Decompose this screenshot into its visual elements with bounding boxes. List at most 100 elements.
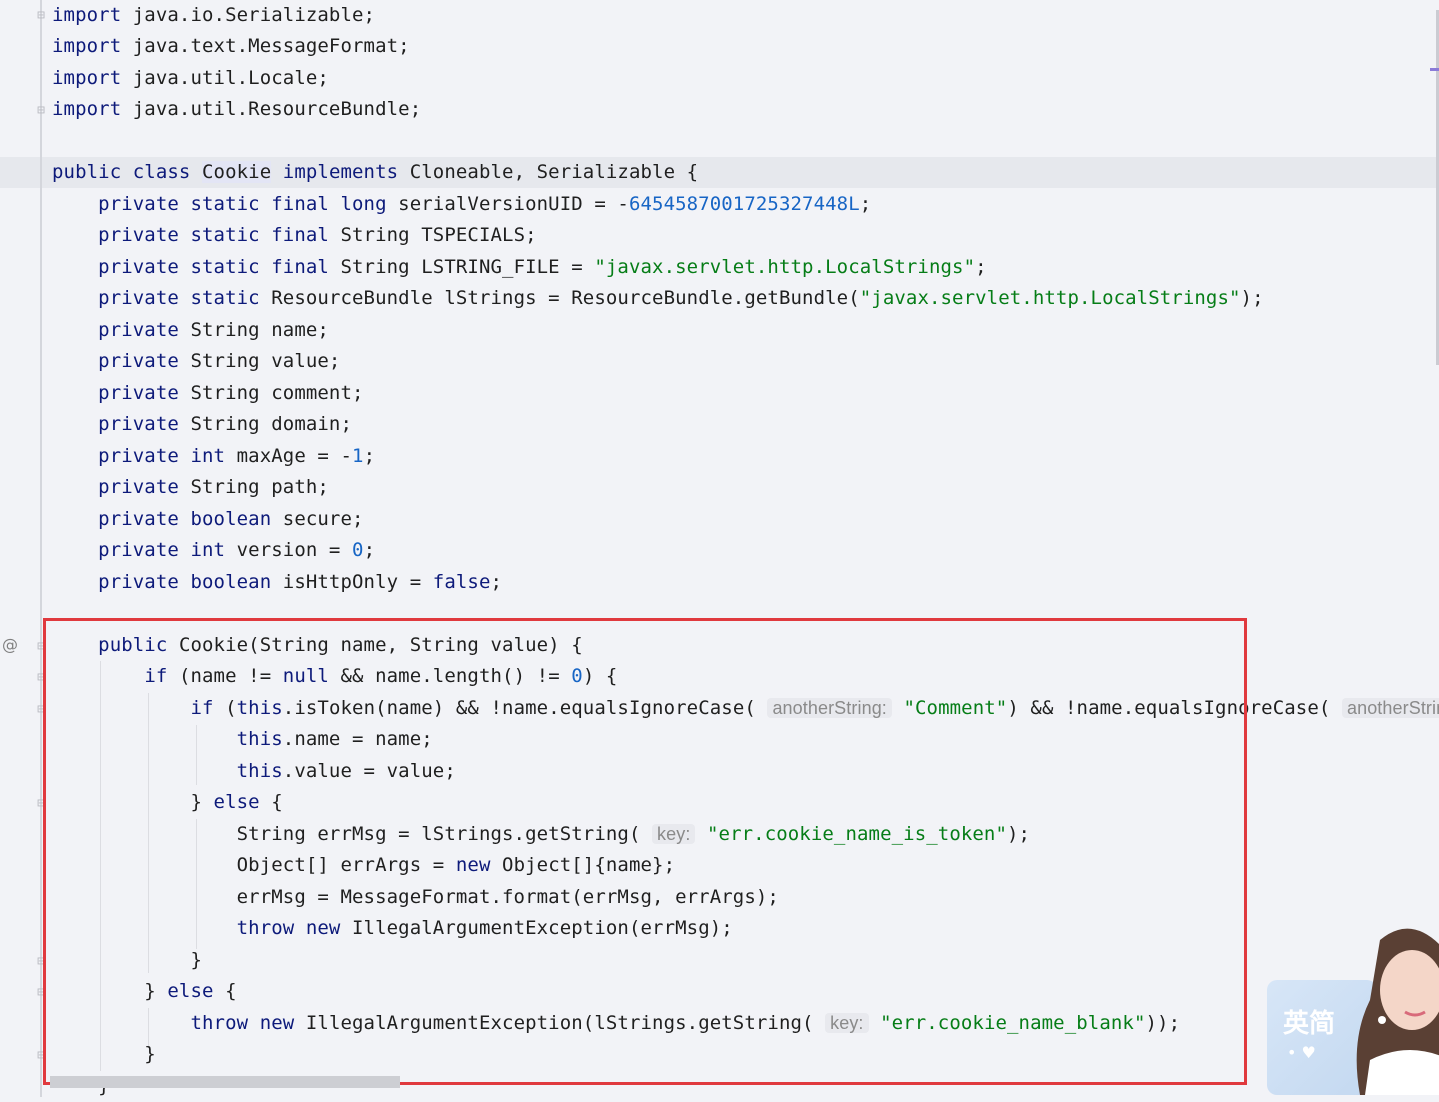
code-line[interactable]: private boolean secure; bbox=[52, 504, 364, 535]
code-line[interactable]: throw new IllegalArgumentException(errMs… bbox=[52, 913, 733, 944]
code-line[interactable]: private String value; bbox=[52, 346, 340, 377]
code-line[interactable]: private static ResourceBundle lStrings =… bbox=[52, 283, 1264, 314]
code-token: String value; bbox=[190, 350, 341, 372]
code-line[interactable]: String errMsg = lStrings.getString( key:… bbox=[52, 819, 1030, 850]
code-line[interactable]: import java.util.Locale; bbox=[52, 63, 329, 94]
string-literal: "javax.servlet.http.LocalStrings" bbox=[859, 287, 1241, 309]
code-token: java.util.ResourceBundle; bbox=[121, 98, 422, 120]
code-line[interactable]: private String path; bbox=[52, 472, 329, 503]
number-literal: 0 bbox=[352, 539, 364, 561]
code-token: ; bbox=[363, 539, 376, 561]
code-token: (name != bbox=[178, 665, 283, 687]
keyword: if bbox=[190, 697, 226, 719]
string-literal: "javax.servlet.http.LocalStrings" bbox=[594, 256, 976, 278]
code-token: java.util.Locale; bbox=[121, 67, 329, 89]
keyword: private static final bbox=[98, 256, 341, 278]
code-token: errMsg = MessageFormat.format(errMsg, er… bbox=[52, 886, 779, 908]
fold-icon[interactable]: ⊟ bbox=[34, 671, 48, 685]
code-line[interactable]: if (this.isToken(name) && !name.equalsIg… bbox=[52, 693, 1439, 724]
ad-portrait-image bbox=[1356, 928, 1439, 1095]
code-line[interactable]: private String name; bbox=[52, 315, 329, 346]
code-token: java.io.Serializable; bbox=[121, 4, 376, 26]
keyword: private static bbox=[98, 287, 272, 309]
parameter-hint: key: bbox=[825, 1013, 869, 1033]
keyword: public bbox=[98, 634, 179, 656]
code-line[interactable]: private String comment; bbox=[52, 378, 364, 409]
code-token: && name.length() != bbox=[328, 665, 572, 687]
code-line[interactable]: } else { bbox=[52, 976, 237, 1007]
code-line[interactable]: this.value = value; bbox=[52, 756, 456, 787]
code-token: ; bbox=[490, 571, 503, 593]
code-token: ( bbox=[225, 697, 237, 719]
code-token: .name = name; bbox=[282, 728, 433, 750]
code-token: ; bbox=[975, 256, 987, 278]
floating-ad-widget[interactable]: 英简 • ♥ bbox=[1265, 915, 1439, 1095]
keyword: private boolean bbox=[98, 508, 283, 530]
code-line[interactable]: private static final long serialVersionU… bbox=[52, 189, 871, 220]
code-line[interactable]: errMsg = MessageFormat.format(errMsg, er… bbox=[52, 882, 779, 913]
code-token: ResourceBundle lStrings = ResourceBundle… bbox=[271, 287, 860, 309]
code-line[interactable]: private static final String TSPECIALS; bbox=[52, 220, 537, 251]
fold-end-icon[interactable]: ⊟ bbox=[34, 104, 48, 118]
code-line[interactable]: } bbox=[52, 945, 202, 976]
code-line[interactable]: public Cookie(String name, String value)… bbox=[52, 630, 583, 661]
code-token: Object[]{name}; bbox=[490, 854, 676, 876]
code-line[interactable]: this.name = name; bbox=[52, 724, 433, 755]
code-line[interactable]: private static final String LSTRING_FILE… bbox=[52, 252, 987, 283]
keyword: private bbox=[98, 382, 191, 404]
code-token: .isToken(name) && !name.equalsIgnoreCase… bbox=[282, 697, 768, 719]
code-line[interactable]: private String domain; bbox=[52, 409, 352, 440]
fold-icon[interactable]: ⊟ bbox=[34, 703, 48, 717]
fold-icon[interactable]: ⊟ bbox=[34, 9, 48, 23]
code-line[interactable]: } bbox=[52, 1039, 156, 1070]
code-line[interactable]: Object[] errArgs = new Object[]{name}; bbox=[52, 850, 675, 881]
horizontal-scrollbar[interactable] bbox=[50, 1076, 400, 1088]
code-token: java.text.MessageFormat; bbox=[121, 35, 410, 57]
keyword: new bbox=[455, 854, 491, 876]
fold-icon[interactable]: ⊟ bbox=[34, 640, 48, 654]
code-line[interactable]: } else { bbox=[52, 787, 283, 818]
fold-end-icon[interactable]: ⊟ bbox=[34, 955, 48, 969]
code-line[interactable]: private int maxAge = -1; bbox=[52, 441, 375, 472]
code-token: } bbox=[52, 791, 214, 813]
keyword: import bbox=[52, 35, 122, 57]
code-line[interactable]: import java.io.Serializable; bbox=[52, 0, 375, 31]
code-line[interactable]: if (name != null && name.length() != 0) … bbox=[52, 661, 617, 692]
code-line[interactable]: private int version = 0; bbox=[52, 535, 375, 566]
override-marker-icon[interactable]: @ bbox=[2, 635, 18, 654]
code-token: String name; bbox=[190, 319, 329, 341]
keyword: private bbox=[98, 319, 191, 341]
fold-icon[interactable]: ⊟ bbox=[34, 986, 48, 1000]
code-line[interactable]: import java.util.ResourceBundle; bbox=[52, 94, 421, 125]
code-token: serialVersionUID = - bbox=[398, 193, 629, 215]
code-line[interactable]: throw new IllegalArgumentException(lStri… bbox=[52, 1008, 1180, 1039]
ad-label: 英简 bbox=[1283, 1009, 1336, 1039]
code-token: String errMsg = lStrings.getString( bbox=[52, 823, 653, 845]
keyword: private int bbox=[98, 539, 237, 561]
error-stripe-marker[interactable] bbox=[1430, 68, 1439, 71]
fold-end-icon[interactable]: ⊟ bbox=[34, 1049, 48, 1063]
string-literal: "Comment" bbox=[903, 697, 1008, 719]
code-line[interactable]: import java.text.MessageFormat; bbox=[52, 31, 410, 62]
code-line[interactable]: private boolean isHttpOnly = false; bbox=[52, 567, 502, 598]
keyword: private static final bbox=[98, 224, 341, 246]
code-line[interactable]: public class Cookie implements Cloneable… bbox=[52, 157, 698, 188]
fold-end-icon[interactable]: ⊟ bbox=[34, 797, 48, 811]
code-token: ) && !name.equalsIgnoreCase( bbox=[1007, 697, 1342, 719]
keyword: private bbox=[98, 413, 191, 435]
code-token: isHttpOnly = bbox=[282, 571, 433, 593]
code-editor[interactable]: import java.io.Serializable; import java.… bbox=[0, 0, 1439, 1097]
